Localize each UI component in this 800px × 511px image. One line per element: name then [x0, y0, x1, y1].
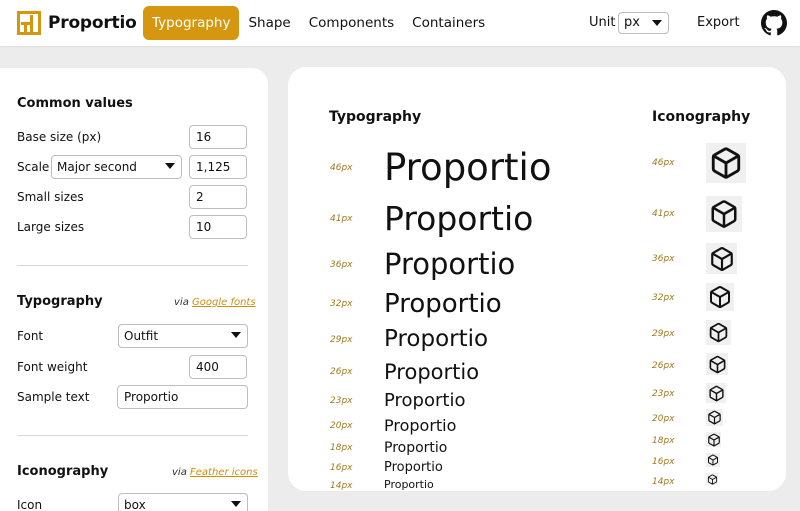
box-icon — [706, 409, 723, 426]
type-size-label: 41px — [330, 214, 353, 224]
logo[interactable]: Proportio — [17, 11, 137, 35]
chevron-down-icon — [231, 332, 241, 338]
unit-select[interactable]: px — [618, 12, 669, 34]
google-fonts-credit: via Google fonts — [174, 297, 256, 308]
box-icon — [706, 143, 746, 183]
unit-label: Unit — [589, 15, 616, 30]
github-icon[interactable] — [761, 10, 787, 36]
proportio-logo-icon — [17, 11, 41, 35]
font-label: Font — [17, 329, 44, 343]
preview-card: Typography Iconography 46px Proportio 41… — [288, 67, 786, 491]
type-sample: Proportio — [384, 289, 502, 319]
icon-size-label: 18px — [652, 436, 675, 446]
settings-panel: Common values Base size (px) 16 Scale Ma… — [0, 68, 268, 511]
typography-settings-title: Typography — [17, 294, 103, 309]
font-select-value: Outfit — [124, 329, 159, 343]
nav-containers[interactable]: Containers — [403, 6, 494, 40]
icon-size-label: 23px — [652, 389, 675, 399]
icon-size-label: 36px — [652, 254, 675, 264]
type-sample: Proportio — [384, 360, 480, 384]
type-size-label: 16px — [330, 463, 353, 473]
icon-select-value: box — [124, 498, 146, 511]
divider — [17, 435, 248, 436]
font-weight-input[interactable]: 400 — [189, 355, 247, 379]
type-size-label: 46px — [330, 163, 353, 173]
icon-size-label: 20px — [652, 414, 675, 424]
font-select[interactable]: Outfit — [118, 324, 248, 348]
small-sizes-label: Small sizes — [17, 190, 84, 204]
iconography-settings-title: Iconography — [17, 464, 109, 479]
main-nav: Typography Shape Components Containers — [143, 6, 494, 40]
nav-components[interactable]: Components — [300, 6, 403, 40]
type-sample: Proportio — [384, 416, 457, 435]
type-size-label: 18px — [330, 443, 353, 453]
icon-size-label: 32px — [652, 293, 675, 303]
base-size-label: Base size (px) — [17, 130, 102, 144]
nav-typography[interactable]: Typography — [143, 6, 240, 40]
common-values-title: Common values — [17, 96, 133, 111]
export-button[interactable]: Export — [697, 15, 740, 30]
type-sample: Proportio — [384, 478, 434, 491]
divider — [17, 265, 248, 266]
via-text: via — [174, 297, 189, 308]
box-icon — [706, 196, 742, 232]
large-sizes-input[interactable]: 10 — [189, 215, 247, 239]
icon-size-label: 16px — [652, 457, 675, 467]
type-size-label: 26px — [330, 367, 353, 377]
scale-select-value: Major second — [57, 160, 137, 174]
type-size-label: 36px — [330, 260, 353, 270]
icon-size-label: 29px — [652, 329, 675, 339]
type-sample: Proportio — [384, 390, 466, 411]
iconography-heading: Iconography — [652, 109, 751, 125]
scale-value-input[interactable]: 1,125 — [189, 155, 247, 179]
box-icon — [706, 432, 721, 447]
font-weight-label: Font weight — [17, 360, 88, 374]
unit-value: px — [624, 15, 640, 30]
box-icon — [706, 320, 731, 345]
feather-icons-link[interactable]: Feather icons — [190, 467, 258, 478]
via-text: via — [172, 467, 187, 478]
base-size-input[interactable]: 16 — [189, 125, 247, 149]
small-sizes-input[interactable]: 2 — [189, 185, 247, 209]
sample-text-input[interactable]: Proportio — [117, 385, 248, 409]
box-icon — [706, 473, 718, 485]
type-size-label: 20px — [330, 421, 353, 431]
type-size-label: 32px — [330, 299, 353, 309]
box-icon — [706, 283, 734, 311]
type-sample: Proportio — [384, 440, 448, 456]
large-sizes-label: Large sizes — [17, 220, 85, 234]
feather-icons-credit: via Feather icons — [172, 467, 258, 478]
type-sample: Proportio — [384, 199, 534, 238]
type-sample: Proportio — [384, 247, 516, 281]
top-bar: Proportio Typography Shape Components Co… — [0, 0, 800, 46]
icon-label: Icon — [17, 498, 43, 511]
sample-text-label: Sample text — [17, 390, 90, 404]
box-icon — [706, 243, 737, 274]
icon-size-label: 26px — [652, 361, 675, 371]
icon-size-label: 41px — [652, 209, 675, 219]
type-size-label: 23px — [330, 396, 353, 406]
scale-select[interactable]: Major second — [51, 155, 182, 179]
type-sample: Proportio — [384, 146, 552, 189]
type-sample: Proportio — [384, 326, 489, 352]
nav-shape[interactable]: Shape — [239, 6, 299, 40]
type-sample: Proportio — [384, 460, 443, 475]
google-fonts-link[interactable]: Google fonts — [192, 297, 256, 308]
chevron-down-icon — [165, 163, 175, 169]
typography-heading: Typography — [329, 109, 422, 125]
box-icon — [706, 453, 720, 467]
chevron-down-icon — [652, 20, 662, 26]
type-size-label: 29px — [330, 335, 353, 345]
icon-size-label: 46px — [652, 158, 675, 168]
type-size-label: 14px — [330, 481, 353, 491]
box-icon — [706, 383, 726, 403]
box-icon — [706, 353, 728, 375]
chevron-down-icon — [231, 501, 241, 507]
icon-select[interactable]: box — [118, 493, 248, 511]
brand-name: Proportio — [48, 13, 137, 33]
icon-size-label: 14px — [652, 477, 675, 487]
scale-label: Scale — [17, 160, 50, 174]
